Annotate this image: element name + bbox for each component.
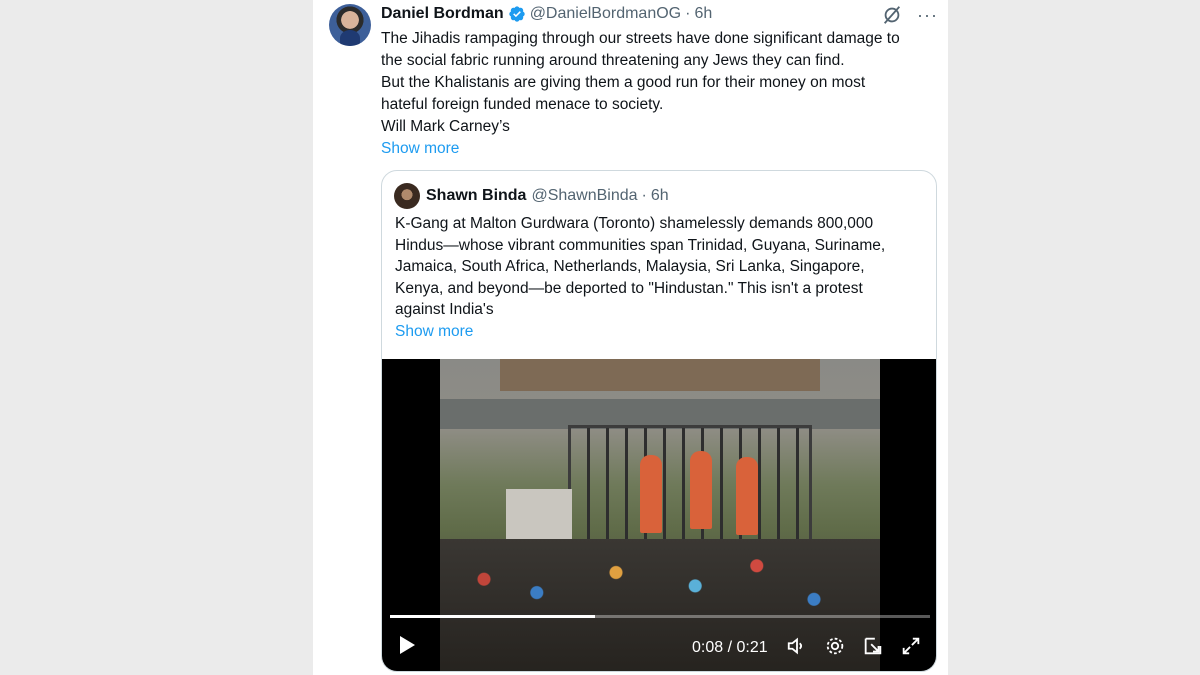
quoted-line: against India's [395, 301, 494, 318]
show-more-link[interactable]: Show more [381, 138, 941, 160]
quoted-line: K-Gang at Malton Gurdwara (Toronto) sham… [395, 215, 874, 232]
quoted-line: Jamaica, South Africa, Netherlands, Mala… [395, 258, 865, 275]
quoted-line: Kenya, and beyond—be deported to "Hindus… [395, 279, 863, 297]
tweet-line: The Jihadis rampaging through our street… [381, 30, 900, 47]
settings-icon[interactable] [824, 635, 846, 657]
quoted-tweet[interactable]: Shawn Binda @ShawnBinda · 6h K-Gang at M… [381, 170, 937, 672]
quoted-line: Hindus—whose vibrant communities span Tr… [395, 236, 886, 254]
separator-dot: · [641, 187, 647, 204]
fullscreen-icon[interactable] [900, 635, 922, 657]
video-player[interactable]: 0:08 / 0:21 [382, 359, 936, 671]
tweet-actions: ··· [881, 4, 938, 26]
quoted-author-name[interactable]: Shawn Binda [426, 187, 526, 205]
quoted-avatar[interactable] [394, 183, 420, 209]
separator-dot: · [685, 5, 691, 22]
left-backdrop [0, 0, 313, 675]
tweet-line: hateful foreign funded menace to society… [381, 96, 664, 113]
tweet-line: the social fabric running around threate… [381, 52, 845, 69]
video-controls: 0:08 / 0:21 [382, 629, 936, 669]
background-building [500, 359, 820, 391]
video-progress-fill [390, 615, 596, 618]
costumed-figure [736, 457, 758, 535]
right-backdrop [948, 0, 1200, 675]
tweet-line: But the Khalistanis are giving them a go… [381, 74, 866, 91]
quoted-text: K-Gang at Malton Gurdwara (Toronto) sham… [395, 213, 925, 342]
volume-icon[interactable] [786, 635, 808, 657]
author-handle[interactable]: @DanielBordmanOG [530, 5, 681, 23]
tweet-text: The Jihadis rampaging through our street… [381, 28, 941, 160]
costumed-figure [640, 455, 662, 533]
video-frame [440, 359, 880, 671]
quoted-show-more-link[interactable]: Show more [395, 321, 925, 343]
post-time[interactable]: 6h [694, 5, 712, 23]
tweet-card[interactable]: Daniel Bordman @DanielBordmanOG · 6h ···… [313, 0, 948, 675]
quoted-author-handle[interactable]: @ShawnBinda [531, 187, 637, 205]
tweet-header: Daniel Bordman @DanielBordmanOG · 6h [381, 3, 712, 25]
quoted-header: Shawn Binda @ShawnBinda · 6h [426, 184, 669, 208]
grok-icon[interactable] [881, 4, 903, 26]
costumed-figure [690, 451, 712, 529]
verified-badge-icon [509, 6, 525, 22]
more-icon[interactable]: ··· [917, 6, 938, 24]
avatar[interactable] [329, 4, 371, 46]
quoted-post-time[interactable]: 6h [651, 187, 669, 205]
tweet-line: Will Mark Carney’s [381, 118, 510, 135]
video-time: 0:08 / 0:21 [692, 639, 768, 656]
play-icon[interactable] [396, 633, 418, 657]
author-name[interactable]: Daniel Bordman [381, 5, 504, 23]
picture-in-picture-icon[interactable] [862, 635, 884, 657]
video-progress-bar[interactable] [390, 615, 930, 618]
